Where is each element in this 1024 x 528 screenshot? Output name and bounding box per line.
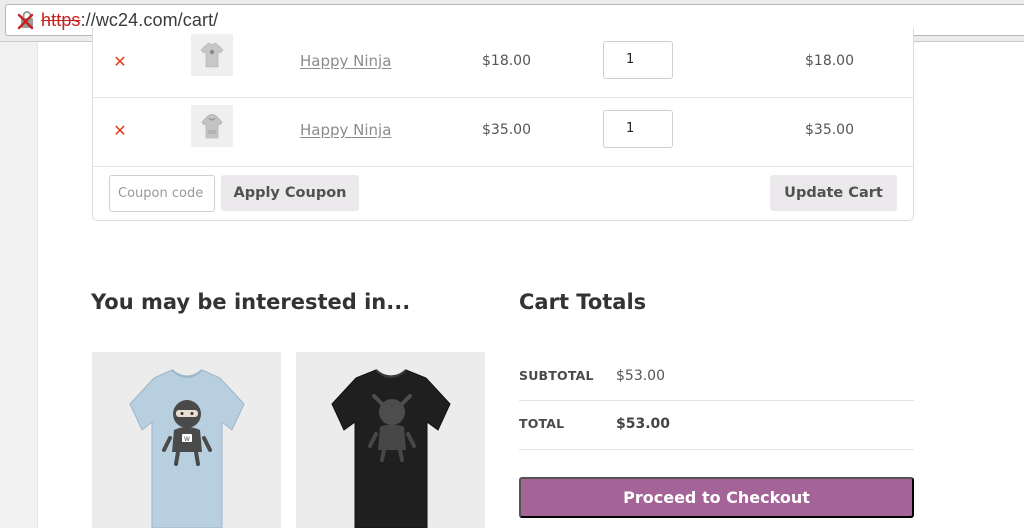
item-subtotal: $35.00 [805,122,854,138]
broken-lock-icon[interactable] [17,10,37,30]
product-thumbnail[interactable] [191,105,233,147]
item-subtotal: $18.00 [805,53,854,69]
cross-sell-product-card[interactable]: W [92,352,281,528]
total-label: TOTAL [519,416,565,431]
quantity-input[interactable]: 1 [603,110,673,148]
url-scheme: https [41,9,81,30]
subtotal-value: $53.00 [616,368,665,384]
cart-item-row: ✕ Happy Ninja $18.00 1 $18.00 [93,28,913,98]
url-path: ://wc24.com/cart/ [80,9,219,30]
item-price: $35.00 [482,122,531,138]
subtotal-row: SUBTOTAL $53.00 [519,352,914,401]
cart-totals-heading: Cart Totals [519,290,647,314]
product-link[interactable]: Happy Ninja [300,52,391,70]
tshirt-icon [200,42,224,68]
subtotal-label: SUBTOTAL [519,368,594,383]
remove-x-icon[interactable]: ✕ [113,123,127,139]
svg-text:W: W [184,436,190,443]
total-value: $53.00 [616,416,671,432]
product-thumbnail[interactable] [191,34,233,76]
cart-item-row: ✕ Happy Ninja $35.00 1 $35.00 [93,97,913,167]
cart-actions: Coupon code Apply Coupon Update Cart [93,167,913,221]
total-row: TOTAL $53.00 [519,401,914,450]
proceed-to-checkout-button[interactable]: Proceed to Checkout [519,477,914,518]
hoodie-icon [201,114,223,139]
apply-coupon-button[interactable]: Apply Coupon [221,175,359,211]
update-cart-button[interactable]: Update Cart [770,175,897,211]
cross-sell-product-card[interactable] [296,352,485,528]
remove-x-icon[interactable]: ✕ [113,54,127,70]
cross-sells-heading: You may be interested in... [91,290,411,314]
ninja-tshirt-image: W [129,369,245,528]
cart-table: ✕ Happy Ninja $18.00 1 $18.00 ✕ Happy Ni… [92,28,914,221]
item-price: $18.00 [482,53,531,69]
black-ninja-tshirt-image [331,369,451,528]
quantity-input[interactable]: 1 [603,41,673,79]
product-link[interactable]: Happy Ninja [300,121,391,139]
page-gutter [0,42,38,528]
coupon-input[interactable]: Coupon code [109,175,215,212]
